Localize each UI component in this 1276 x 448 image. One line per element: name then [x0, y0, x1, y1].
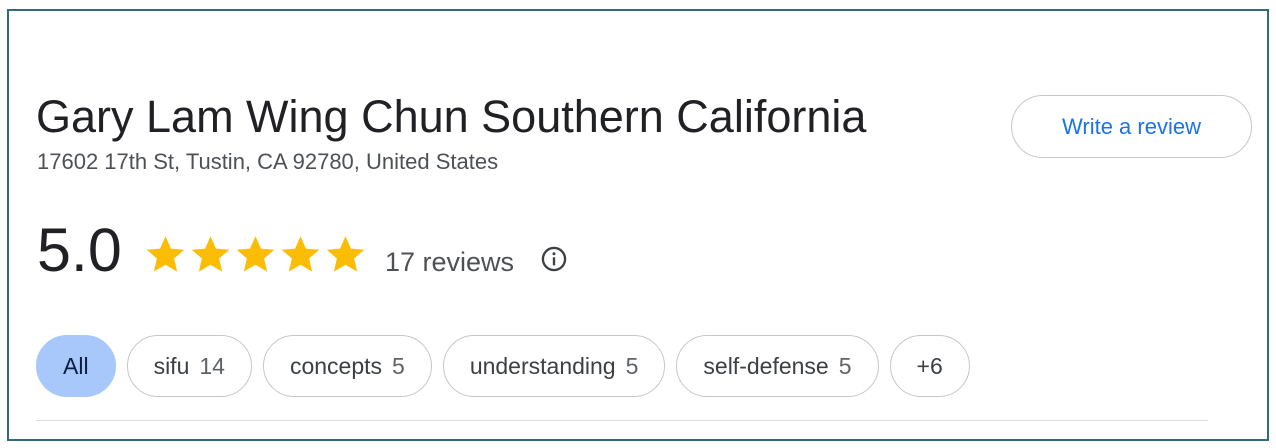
chip-label: self-defense	[703, 352, 829, 379]
rating-value: 5.0	[37, 216, 122, 284]
star-icon	[236, 236, 275, 272]
star-icon	[146, 236, 185, 272]
chip-label: All	[63, 352, 89, 379]
info-icon[interactable]	[540, 245, 568, 273]
star-icon	[191, 236, 230, 272]
place-title: Gary Lam Wing Chun Southern California	[36, 91, 867, 142]
chip-label: understanding	[469, 352, 616, 379]
chip-all[interactable]: All	[36, 335, 116, 397]
reviews-count: 17 reviews	[385, 247, 515, 277]
chip-label: sifu	[153, 352, 190, 379]
star-icon	[281, 236, 320, 272]
chip-self-defense[interactable]: self-defense 5	[676, 335, 879, 397]
chip-count: 14	[199, 352, 225, 379]
chip-more[interactable]: +6	[889, 335, 970, 397]
star-rating	[143, 228, 368, 280]
write-review-button[interactable]: Write a review	[1011, 95, 1252, 158]
divider	[36, 420, 1208, 421]
review-filter-chips: All sifu 14 concepts 5 understanding 5 s…	[36, 335, 970, 397]
star-icon	[326, 236, 365, 272]
chip-label: +6	[916, 352, 943, 379]
chip-count: 5	[625, 352, 639, 379]
place-address: 17602 17th St, Tustin, CA 92780, United …	[37, 149, 499, 174]
chip-count: 5	[838, 352, 852, 379]
chip-count: 5	[392, 352, 405, 379]
chip-concepts[interactable]: concepts 5	[262, 335, 432, 397]
chip-label: concepts	[289, 352, 383, 379]
chip-sifu[interactable]: sifu 14	[126, 335, 252, 397]
chip-understanding[interactable]: understanding 5	[442, 335, 666, 397]
